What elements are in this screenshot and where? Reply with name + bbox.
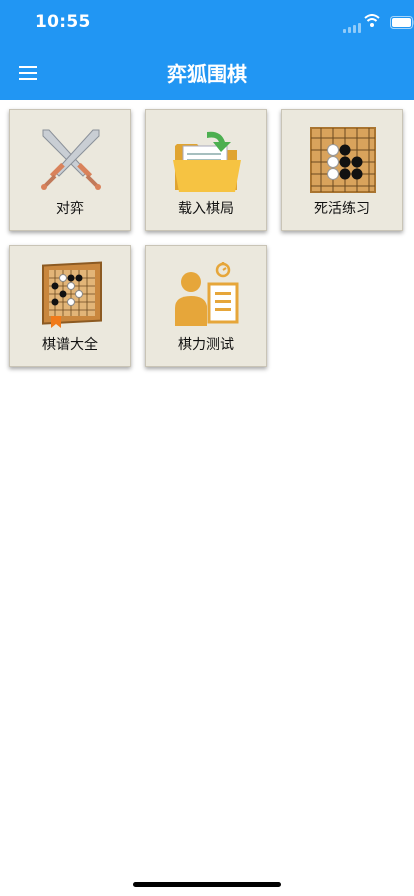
home-indicator[interactable] (133, 882, 281, 887)
person-test-icon (175, 262, 239, 326)
app-bar: 10:55 弈狐围棋 (0, 0, 414, 100)
tile-life-death-practice[interactable]: 死活练习 (281, 109, 403, 231)
crossed-swords-icon (41, 129, 101, 190)
status-time: 10:55 (35, 12, 91, 32)
go-book-icon (42, 261, 102, 328)
folder-icon (173, 131, 241, 192)
tile-load-game[interactable]: 载入棋局 (145, 109, 267, 231)
tile-label: 棋谱大全 (42, 337, 98, 353)
tile-label: 对弈 (56, 201, 84, 217)
tile-game-records[interactable]: 棋谱大全 (9, 245, 131, 367)
battery-icon (390, 16, 414, 29)
wifi-icon (364, 14, 380, 27)
app-title: 弈狐围棋 (167, 62, 247, 86)
tile-strength-test[interactable]: 棋力测试 (145, 245, 267, 367)
tile-label: 死活练习 (314, 201, 370, 217)
tile-play[interactable]: 对弈 (9, 109, 131, 231)
tile-label: 载入棋局 (178, 201, 234, 217)
go-board-stones-icon (310, 127, 376, 193)
cellular-signal-icon (343, 23, 361, 33)
tile-label: 棋力测试 (178, 337, 234, 353)
